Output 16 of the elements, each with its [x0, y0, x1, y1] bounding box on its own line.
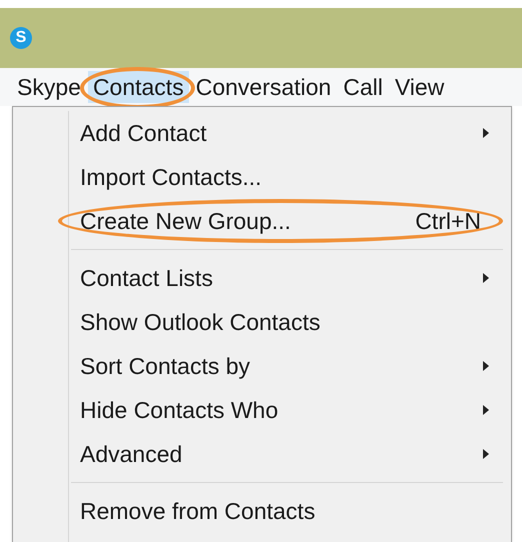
menu-item[interactable]: Hide Contacts Who [13, 388, 511, 432]
menu-item[interactable]: Import Contacts... [13, 155, 511, 199]
menu-item[interactable]: Contact Lists [13, 256, 511, 300]
menu-item[interactable]: Show Outlook Contacts [13, 300, 511, 344]
menu-item[interactable]: Remove from Contacts [13, 489, 511, 533]
menu-item[interactable]: Advanced [13, 432, 511, 476]
menu-bar-item[interactable]: Call [338, 71, 388, 103]
menu-item[interactable]: Sort Contacts by [13, 344, 511, 388]
menu-bar-item[interactable]: Skype [12, 71, 86, 103]
menu-bar-item[interactable]: Contacts [88, 71, 189, 103]
menu-bar-item[interactable]: View [390, 71, 450, 103]
menu-bar-item[interactable]: Conversation [190, 71, 336, 103]
menu-item[interactable]: Create New Group... Ctrl+N [13, 199, 511, 243]
menu-item[interactable]: Add Contact [13, 111, 511, 155]
shortcut-label: Ctrl+N [415, 206, 481, 236]
app-logo: S [10, 27, 32, 49]
